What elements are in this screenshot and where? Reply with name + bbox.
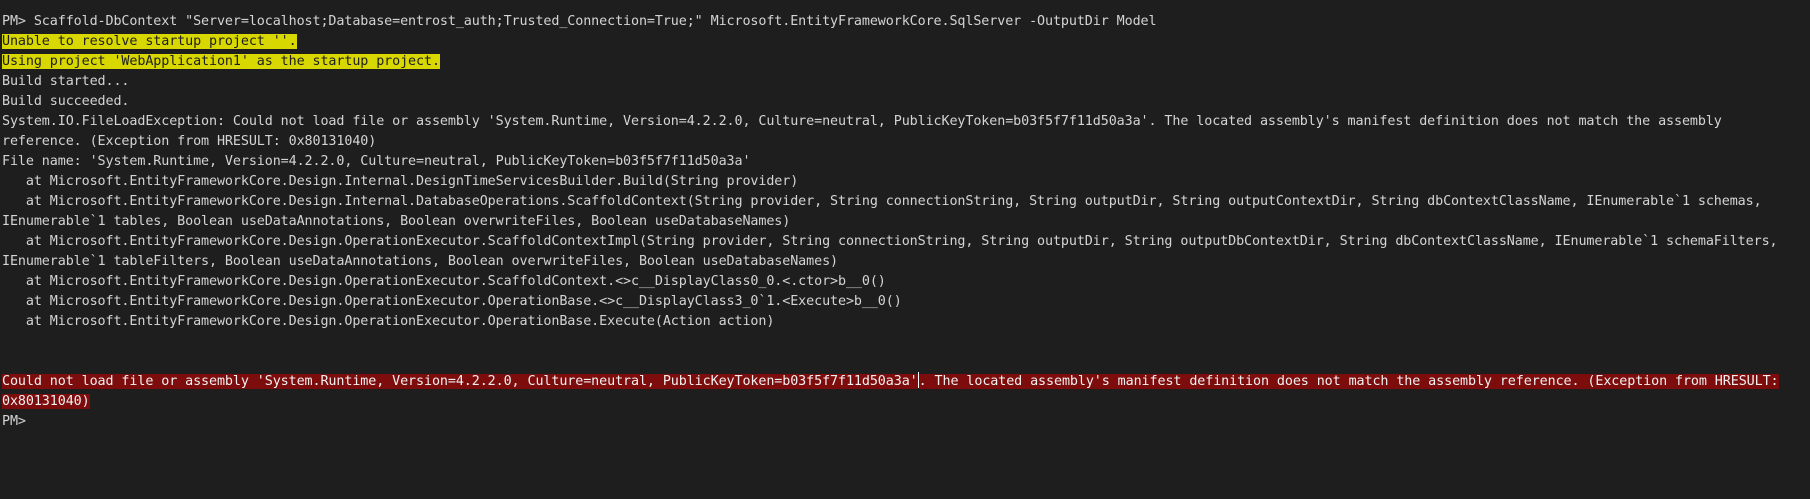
prompt-text: PM> xyxy=(2,414,26,429)
output-text: IEnumerable`1 tableFilters, Boolean useD… xyxy=(2,254,838,269)
error-line: Could not load file or assembly 'System.… xyxy=(2,372,1808,392)
stack-trace-line: IEnumerable`1 tableFilters, Boolean useD… xyxy=(2,252,1808,272)
warning-text: Using project 'WebApplication1' as the s… xyxy=(2,54,440,69)
command-line: PM> Scaffold-DbContext "Server=localhost… xyxy=(2,12,1808,32)
output-line: System.IO.FileLoadException: Could not l… xyxy=(2,112,1808,132)
error-text: Could not load file or assembly 'System.… xyxy=(2,374,918,389)
output-text: at Microsoft.EntityFrameworkCore.Design.… xyxy=(2,174,799,189)
output-line: Build succeeded. xyxy=(2,92,1808,112)
stack-trace-line: IEnumerable`1 tables, Boolean useDataAnn… xyxy=(2,212,1808,232)
stack-trace-line: at Microsoft.EntityFrameworkCore.Design.… xyxy=(2,292,1808,312)
output-line: reference. (Exception from HRESULT: 0x80… xyxy=(2,132,1808,152)
command-text: PM> Scaffold-DbContext "Server=localhost… xyxy=(2,14,1157,29)
output-text: at Microsoft.EntityFrameworkCore.Design.… xyxy=(2,274,886,289)
output-line: File name: 'System.Runtime, Version=4.2.… xyxy=(2,152,1808,172)
error-text: . The located assembly's manifest defini… xyxy=(918,374,1779,389)
output-text: IEnumerable`1 tables, Boolean useDataAnn… xyxy=(2,214,791,229)
output-text: reference. (Exception from HRESULT: 0x80… xyxy=(2,134,377,149)
output-line: Build started... xyxy=(2,72,1808,92)
warning-text: Unable to resolve startup project ''. xyxy=(2,34,297,49)
stack-trace-line: at Microsoft.EntityFrameworkCore.Design.… xyxy=(2,232,1808,252)
output-text: at Microsoft.EntityFrameworkCore.Design.… xyxy=(2,194,1762,209)
output-text: at Microsoft.EntityFrameworkCore.Design.… xyxy=(2,234,1778,249)
output-text: at Microsoft.EntityFrameworkCore.Design.… xyxy=(2,314,775,329)
stack-trace-line: at Microsoft.EntityFrameworkCore.Design.… xyxy=(2,312,1808,332)
error-line: 0x80131040) xyxy=(2,392,1808,412)
output-text: at Microsoft.EntityFrameworkCore.Design.… xyxy=(2,294,902,309)
warning-line: Using project 'WebApplication1' as the s… xyxy=(2,52,1808,72)
warning-line: Unable to resolve startup project ''. xyxy=(2,32,1808,52)
stack-trace-line: at Microsoft.EntityFrameworkCore.Design.… xyxy=(2,192,1808,212)
prompt-line[interactable]: PM> xyxy=(2,412,1808,432)
output-text: System.IO.FileLoadException: Could not l… xyxy=(2,114,1722,129)
package-manager-console[interactable]: PM> Scaffold-DbContext "Server=localhost… xyxy=(0,0,1810,499)
stack-trace-line: at Microsoft.EntityFrameworkCore.Design.… xyxy=(2,172,1808,192)
output-text: Build started... xyxy=(2,74,130,89)
stack-trace-line: at Microsoft.EntityFrameworkCore.Design.… xyxy=(2,272,1808,292)
output-text: File name: 'System.Runtime, Version=4.2.… xyxy=(2,154,751,169)
error-text: 0x80131040) xyxy=(2,394,90,409)
output-text: Build succeeded. xyxy=(2,94,130,109)
